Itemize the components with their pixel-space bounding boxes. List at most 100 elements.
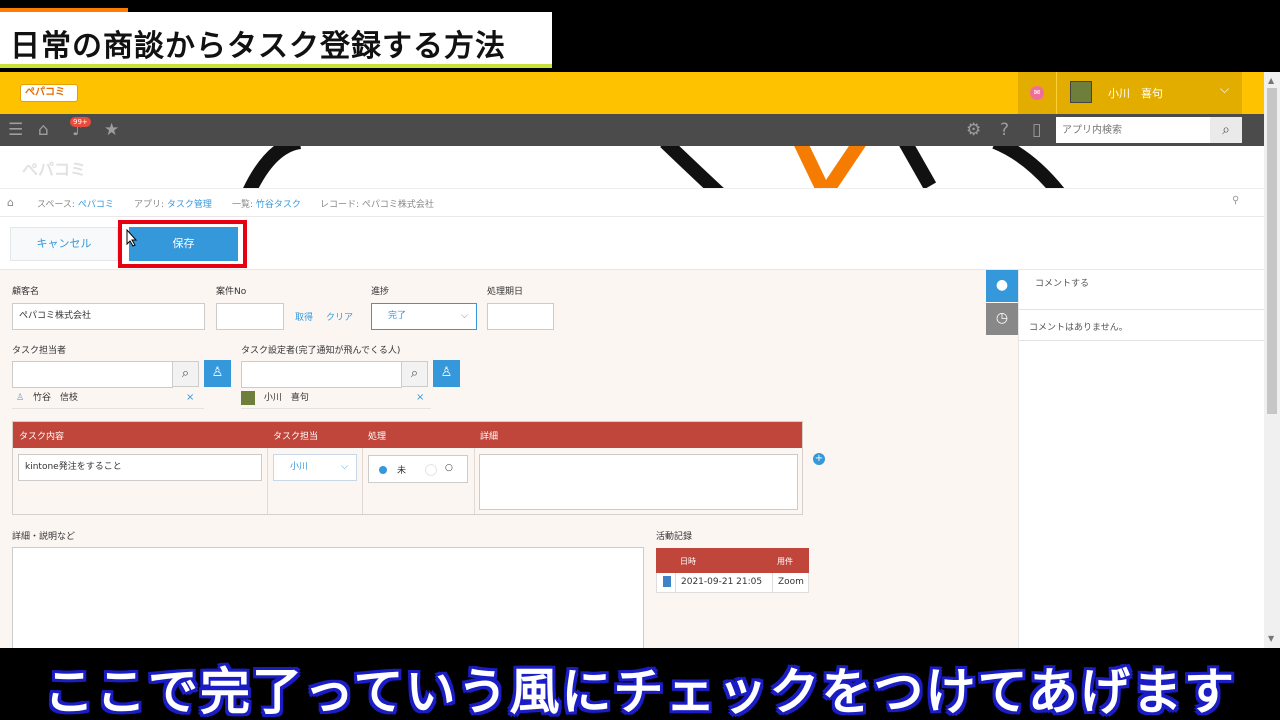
column-divider — [772, 573, 773, 593]
add-row-icon[interactable]: + — [813, 453, 825, 465]
remove-icon[interactable]: × — [416, 390, 424, 406]
breadcrumb-view[interactable]: 一覧: 竹谷タスク — [232, 197, 301, 210]
radio-selected[interactable] — [379, 466, 387, 474]
clear-link[interactable]: クリア — [326, 310, 353, 323]
video-caption: ここで完了っていう風にチェックをつけてあげます — [44, 663, 1236, 720]
task-setter-input[interactable] — [241, 361, 402, 388]
due-date-label: 処理期日 — [487, 287, 524, 297]
menu-icon[interactable]: ☰ — [8, 120, 23, 140]
breadcrumb: ⌂ スペース: ぺパコミ アプリ: タスク管理 一覧: 竹谷タスク レコード: … — [0, 188, 1264, 216]
column-divider — [362, 448, 363, 514]
gear-icon[interactable]: ⚙ — [966, 120, 981, 140]
mobile-icon[interactable]: ▯ — [1032, 120, 1041, 140]
task-owner-name: 竹谷 信枝 — [32, 393, 78, 403]
subtable-header-assignee: タスク担当 — [273, 432, 319, 442]
subtable-header: タスク内容 タスク担当 処理 詳細 — [13, 422, 802, 448]
get-link[interactable]: 取得 — [295, 310, 313, 323]
task-owner-input[interactable] — [12, 361, 173, 388]
case-no-field[interactable] — [216, 303, 284, 330]
chip-underline — [241, 408, 431, 409]
global-toolbar: ☰ ⌂ ♪ 99+ ★ ⚙ ? ▯ ⌕ — [0, 114, 1264, 146]
document-icon[interactable] — [663, 576, 671, 587]
history-tab-icon[interactable]: ◷ — [986, 303, 1018, 335]
radio-unselected[interactable] — [425, 464, 437, 476]
screen: 日常の商談からタスク登録する方法 ぺパコミ ✉ 小川 喜句 ⌵ ☰ ⌂ ♪ 99… — [0, 0, 1280, 720]
table-row[interactable]: 2021-09-21 21:05 Zoom — [656, 573, 809, 593]
case-no-label: 案件No — [216, 287, 247, 297]
task-assignee-select[interactable]: 小川 ⌵ — [273, 454, 357, 481]
user-icon: ♙ — [16, 393, 25, 403]
app-search-input[interactable] — [1056, 117, 1210, 143]
save-button[interactable]: 保存 — [129, 227, 238, 261]
customer-field[interactable]: ぺパコミ株式会社 — [12, 303, 205, 330]
task-owner-label: タスク担当者 — [12, 346, 67, 356]
subtable-header-status: 処理 — [368, 432, 387, 442]
page-scrollbar[interactable]: ▲ ▼ — [1264, 72, 1280, 648]
due-date-field[interactable] — [487, 303, 554, 330]
search-icon[interactable]: ⌕ — [1210, 117, 1242, 143]
breadcrumb-app-prefix: アプリ: — [134, 200, 167, 210]
chip-underline — [12, 408, 204, 409]
comment-panel: コメントする コメントはありません。 — [1018, 270, 1264, 648]
video-caption-bar: ここで完了っていう風にチェックをつけてあげます — [0, 648, 1280, 720]
progress-label: 進捗 — [371, 287, 390, 297]
space-banner-art — [243, 146, 1065, 188]
task-content-field[interactable]: kintone発注をすること — [18, 454, 262, 481]
activity-header-datetime: 日時 — [680, 557, 696, 566]
subtable-header-detail: 詳細 — [480, 432, 499, 442]
task-setter-label: タスク設定者(完了通知が飛んでくる人) — [241, 346, 401, 356]
activity-table: 日時 用件 2021-09-21 21:05 Zoom — [656, 548, 809, 593]
user-menu[interactable]: ✉ 小川 喜句 ⌵ — [1018, 72, 1242, 114]
details-label: 詳細・説明など — [12, 532, 76, 542]
scroll-thumb[interactable] — [1267, 88, 1277, 414]
task-setter-chip: 小川 喜句 × — [241, 390, 426, 406]
scroll-down-icon[interactable]: ▼ — [1268, 634, 1274, 643]
breadcrumb-view-link[interactable]: 竹谷タスク — [256, 200, 301, 210]
cancel-button[interactable]: キャンセル — [10, 227, 118, 261]
details-textarea[interactable] — [12, 547, 644, 648]
breadcrumb-space-link[interactable]: ぺパコミ — [78, 200, 114, 210]
activity-datetime: 2021-09-21 21:05 — [681, 577, 763, 587]
video-title: 日常の商談からタスク登録する方法 — [10, 29, 506, 64]
app-logo[interactable]: ぺパコミ — [20, 84, 78, 102]
search-icon[interactable]: ⌕ — [172, 361, 199, 387]
scroll-up-icon[interactable]: ▲ — [1268, 76, 1274, 85]
radio-unselected-label: ○ — [445, 463, 453, 473]
breadcrumb-app-link[interactable]: タスク管理 — [167, 200, 212, 210]
chevron-down-icon[interactable]: ⌵ — [1220, 82, 1229, 97]
user-picker-icon[interactable]: ♙ — [204, 360, 231, 387]
breadcrumb-record-prefix: レコード: — [320, 200, 362, 210]
chevron-down-icon: ⌵ — [461, 311, 468, 321]
search-icon[interactable]: ⌕ — [401, 361, 428, 387]
task-assignee-value: 小川 — [290, 462, 309, 472]
help-icon[interactable]: ? — [1000, 120, 1009, 140]
activity-header-purpose: 用件 — [777, 557, 793, 566]
remove-icon[interactable]: × — [186, 390, 194, 406]
subtable-header-content: タスク内容 — [19, 432, 65, 442]
task-detail-textarea[interactable] — [479, 454, 798, 510]
main-content: ぺパコミ ⌂ スペース: ぺパコミ アプリ: タスク管理 一覧: 竹谷タスク レ… — [0, 146, 1264, 648]
app-header: ぺパコミ ✉ 小川 喜句 ⌵ — [0, 72, 1264, 114]
task-subtable: タスク内容 タスク担当 処理 詳細 kintone発注をすること 小川 ⌵ 未 — [12, 421, 803, 515]
column-divider — [267, 448, 268, 514]
comment-tab-icon[interactable]: ● — [986, 270, 1018, 302]
progress-value: 完了 — [388, 311, 407, 321]
task-setter-name: 小川 喜句 — [263, 393, 309, 403]
pin-icon[interactable]: ⚲ — [1232, 195, 1239, 206]
home-icon[interactable]: ⌂ — [38, 120, 49, 140]
comment-input[interactable]: コメントする — [1019, 270, 1264, 310]
progress-select[interactable]: 完了 ⌵ — [371, 303, 477, 330]
home-icon[interactable]: ⌂ — [7, 196, 14, 209]
chevron-down-icon: ⌵ — [341, 462, 348, 472]
breadcrumb-record-name: ぺパコミ株式会社 — [361, 200, 434, 210]
user-picker-icon[interactable]: ♙ — [433, 360, 460, 387]
column-divider — [675, 573, 676, 593]
breadcrumb-space[interactable]: スペース: ぺパコミ — [37, 197, 114, 210]
breadcrumb-app[interactable]: アプリ: タスク管理 — [134, 197, 212, 210]
record-form: 顧客名 ぺパコミ株式会社 案件No 取得 クリア 進捗 完了 ⌵ 処理期日 タス… — [0, 270, 1018, 648]
breadcrumb-record: レコード: ぺパコミ株式会社 — [320, 197, 434, 210]
activity-purpose: Zoom — [778, 577, 804, 587]
user-name: 小川 喜句 — [1108, 87, 1163, 100]
star-icon[interactable]: ★ — [104, 120, 119, 140]
mail-icon[interactable]: ✉ — [1030, 86, 1044, 100]
